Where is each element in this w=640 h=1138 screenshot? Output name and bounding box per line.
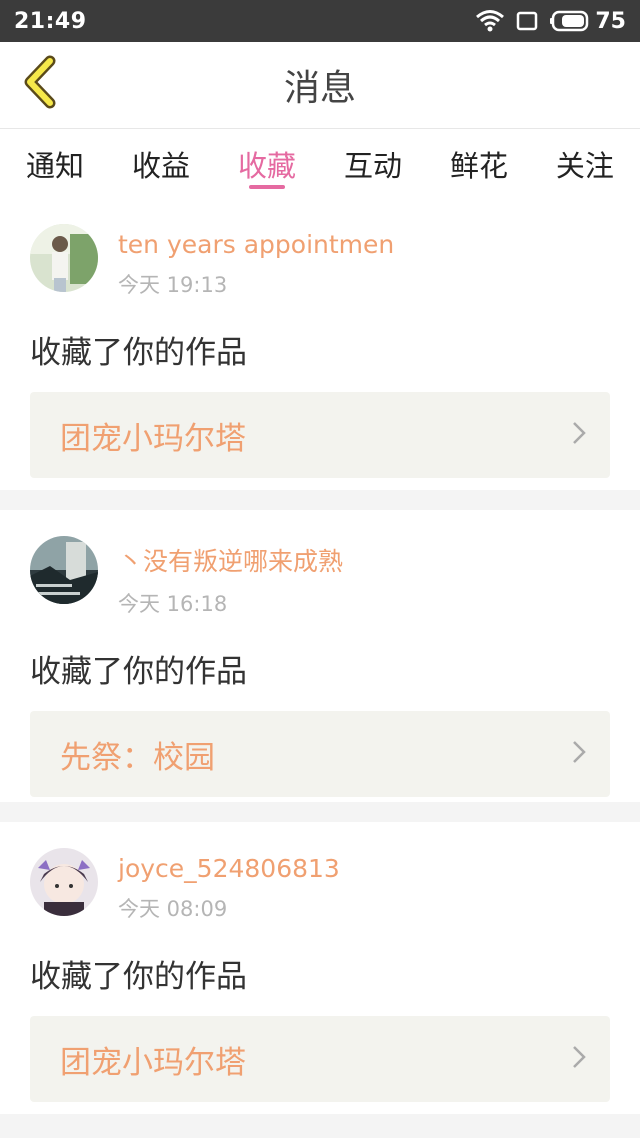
battery-level: 75	[595, 8, 626, 34]
card-header: 丶没有叛逆哪来成熟 今天 16:18	[30, 536, 610, 618]
message-feed: ten years appointmen 今天 19:13 收藏了你的作品 团宠…	[0, 198, 640, 1134]
username[interactable]: joyce_524806813	[118, 854, 340, 883]
timestamp: 今天 19:13	[118, 273, 228, 297]
tab-favorites[interactable]: 收藏	[238, 129, 296, 199]
avatar[interactable]	[30, 848, 98, 916]
chevron-right-icon	[570, 419, 588, 451]
tab-label: 通知	[26, 149, 85, 183]
avatar[interactable]	[30, 536, 98, 604]
work-link[interactable]: 团宠小玛尔塔	[30, 1016, 610, 1102]
avatar[interactable]	[30, 224, 98, 292]
username[interactable]: ten years appointmen	[118, 230, 394, 259]
work-title: 先祭：校园	[60, 739, 215, 776]
timestamp: 今天 08:09	[118, 897, 228, 921]
card-meta: 丶没有叛逆哪来成熟 今天 16:18	[118, 536, 343, 618]
page-title: 消息	[283, 68, 356, 109]
tab-notifications[interactable]: 通知	[26, 129, 84, 199]
tab-label: 收益	[131, 149, 190, 183]
card-header: joyce_524806813 今天 08:09	[30, 848, 610, 923]
status-bar: 21:49 75	[0, 0, 640, 42]
chevron-right-icon	[570, 738, 588, 770]
tab-bar: 通知 收益 收藏 互动 鲜花 关注	[0, 128, 640, 198]
battery-icon	[549, 10, 589, 32]
tab-earnings[interactable]: 收益	[132, 129, 190, 199]
action-text: 收藏了你的作品	[30, 654, 247, 690]
tab-flowers[interactable]: 鲜花	[450, 129, 508, 199]
back-arrow-icon	[20, 55, 60, 113]
message-card: ten years appointmen 今天 19:13 收藏了你的作品 团宠…	[0, 198, 640, 490]
tab-following[interactable]: 关注	[556, 129, 614, 199]
chevron-right-icon	[570, 1043, 588, 1075]
status-time: 21:49	[14, 8, 87, 34]
status-icons: 75	[475, 9, 626, 34]
wifi-icon	[475, 9, 505, 33]
work-link[interactable]: 团宠小玛尔塔	[30, 392, 610, 478]
tab-label: 鲜花	[449, 149, 508, 183]
timestamp: 今天 16:18	[118, 592, 228, 616]
work-link[interactable]: 先祭：校园	[30, 711, 610, 797]
card-meta: ten years appointmen 今天 19:13	[118, 224, 394, 299]
battery-indicator: 75	[549, 9, 626, 34]
tab-label: 关注	[555, 149, 614, 183]
back-button[interactable]	[18, 55, 62, 113]
work-title: 团宠小玛尔塔	[60, 1044, 246, 1081]
action-text: 收藏了你的作品	[30, 335, 247, 371]
message-card: 丶没有叛逆哪来成熟 今天 16:18 收藏了你的作品 先祭：校园	[0, 510, 640, 802]
tab-interactions[interactable]: 互动	[344, 129, 402, 199]
work-title: 团宠小玛尔塔	[60, 420, 246, 457]
card-header: ten years appointmen 今天 19:13	[30, 224, 610, 299]
message-card: joyce_524806813 今天 08:09 收藏了你的作品 团宠小玛尔塔	[0, 822, 640, 1114]
screen-icon	[515, 10, 539, 32]
tab-label: 互动	[343, 149, 402, 183]
tab-label: 收藏	[237, 149, 296, 183]
action-text: 收藏了你的作品	[30, 959, 247, 995]
app-bar: 消息	[0, 42, 640, 128]
card-meta: joyce_524806813 今天 08:09	[118, 848, 340, 923]
username[interactable]: 丶没有叛逆哪来成熟	[118, 542, 343, 578]
active-tab-indicator	[248, 185, 285, 189]
